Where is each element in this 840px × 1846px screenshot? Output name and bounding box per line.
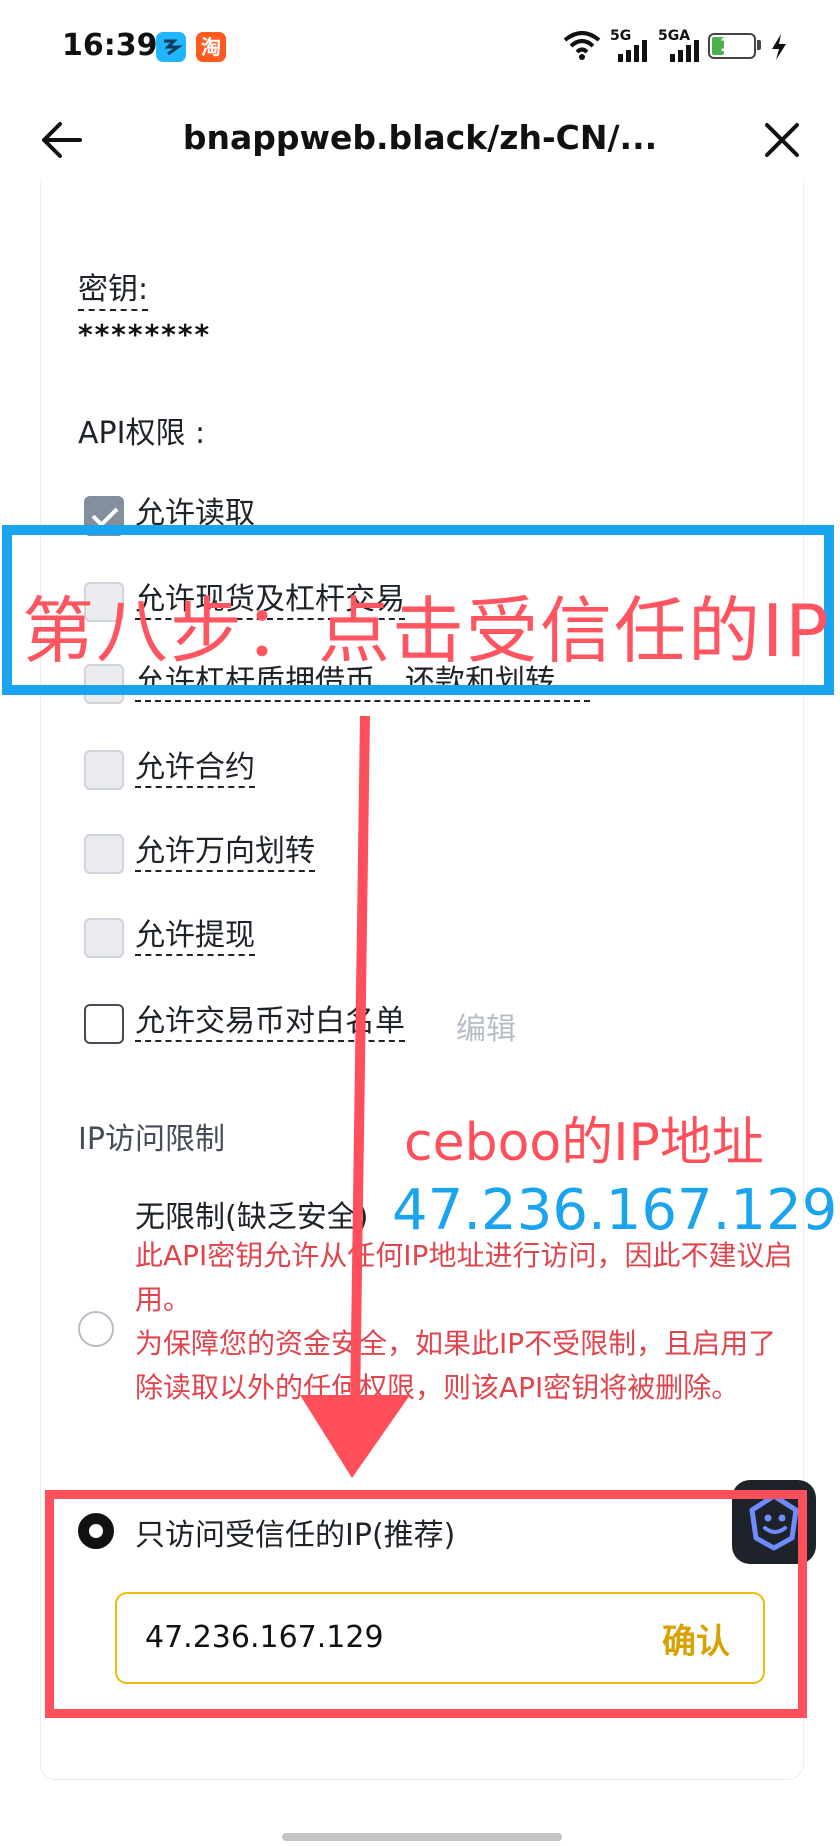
home-indicator [282, 1833, 562, 1841]
annotation-trusted-ip-box [45, 1490, 807, 1718]
